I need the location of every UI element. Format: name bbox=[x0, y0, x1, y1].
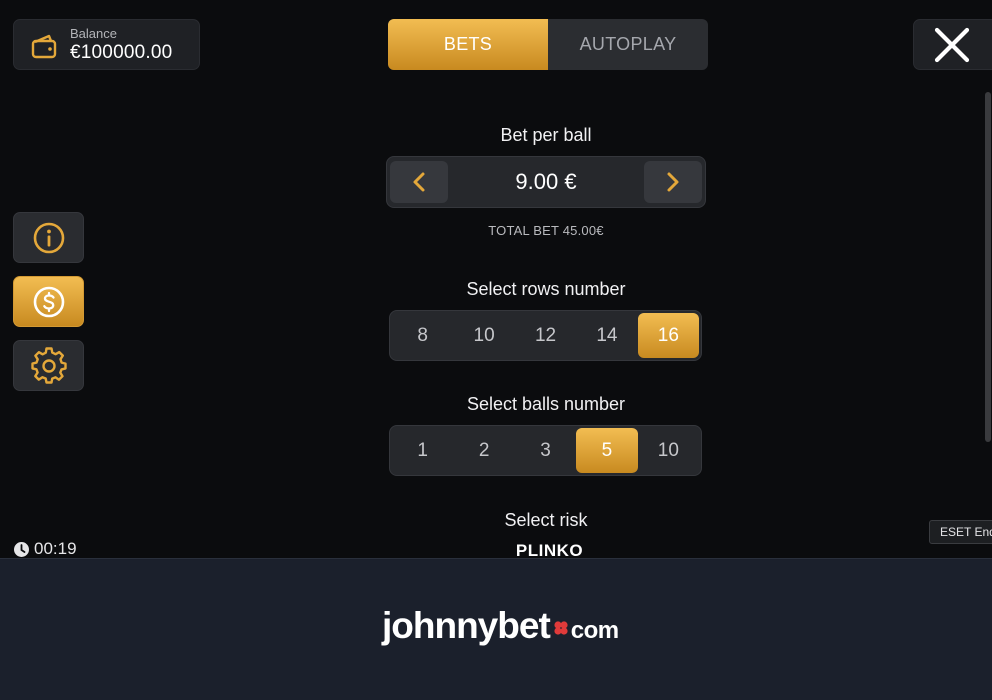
balls-option-selected[interactable]: 5 bbox=[576, 428, 638, 473]
johnnybet-logo[interactable]: johnnybet com bbox=[382, 605, 619, 647]
rows-option-selected[interactable]: 16 bbox=[637, 313, 700, 358]
scrollbar[interactable] bbox=[985, 92, 991, 442]
bet-per-ball-title: Bet per ball bbox=[500, 125, 592, 145]
balls-selector: 1 2 3 5 10 bbox=[389, 425, 702, 476]
clock-icon bbox=[14, 541, 29, 557]
bet-mode-tabs: BETS AUTOPLAY bbox=[388, 19, 708, 70]
eset-badge[interactable]: ESET End bbox=[929, 520, 992, 544]
decrease-bet-button[interactable] bbox=[390, 161, 448, 203]
tab-autoplay[interactable]: AUTOPLAY bbox=[548, 19, 708, 70]
bet-value: 9.00 € bbox=[515, 169, 577, 194]
balance-label: Balance bbox=[70, 26, 117, 41]
tab-bets[interactable]: BETS bbox=[388, 19, 548, 70]
info-icon bbox=[33, 222, 64, 253]
rows-option[interactable]: 8 bbox=[392, 313, 453, 358]
balls-option[interactable]: 1 bbox=[392, 428, 453, 473]
rows-title: Select rows number bbox=[466, 279, 626, 299]
risk-title: Select risk bbox=[504, 510, 588, 530]
game-name: PLINKO bbox=[515, 541, 584, 558]
balance-box: Balance €100000.00 bbox=[13, 19, 200, 70]
balls-option[interactable]: 10 bbox=[638, 428, 699, 473]
session-timer: 00:19 bbox=[13, 539, 77, 558]
info-button[interactable] bbox=[13, 212, 84, 263]
dollar-coin-icon bbox=[33, 286, 64, 317]
chevron-right-icon bbox=[667, 172, 679, 192]
total-bet: TOTAL BET 45.00€ bbox=[488, 223, 604, 238]
footer-banner: johnnybet com bbox=[0, 558, 992, 700]
balance-value: €100000.00 bbox=[70, 42, 173, 63]
settings-button[interactable] bbox=[13, 340, 84, 391]
close-icon bbox=[934, 27, 970, 62]
gear-icon bbox=[30, 346, 67, 384]
bet-stepper: 9.00 € bbox=[386, 156, 706, 208]
balls-option[interactable]: 2 bbox=[453, 428, 514, 473]
timer-value: 00:19 bbox=[34, 539, 77, 558]
chevron-left-icon bbox=[413, 172, 425, 192]
bet-settings-button[interactable] bbox=[13, 276, 84, 327]
logo-main-text: johnnybet bbox=[382, 605, 551, 646]
increase-bet-button[interactable] bbox=[644, 161, 702, 203]
balls-title: Select balls number bbox=[466, 394, 626, 414]
rows-selector: 8 10 12 14 16 bbox=[389, 310, 702, 361]
rows-option[interactable]: 12 bbox=[515, 313, 576, 358]
game-panel: Balance €100000.00 BETS AUTOPLAY Bet per… bbox=[0, 0, 992, 558]
balls-option[interactable]: 3 bbox=[515, 428, 576, 473]
logo-tld-text: com bbox=[570, 617, 619, 644]
close-button[interactable] bbox=[913, 19, 992, 70]
wallet-icon bbox=[31, 34, 57, 59]
logo-dot-icon bbox=[553, 620, 569, 641]
rows-option[interactable]: 10 bbox=[453, 313, 514, 358]
rows-option[interactable]: 14 bbox=[576, 313, 637, 358]
